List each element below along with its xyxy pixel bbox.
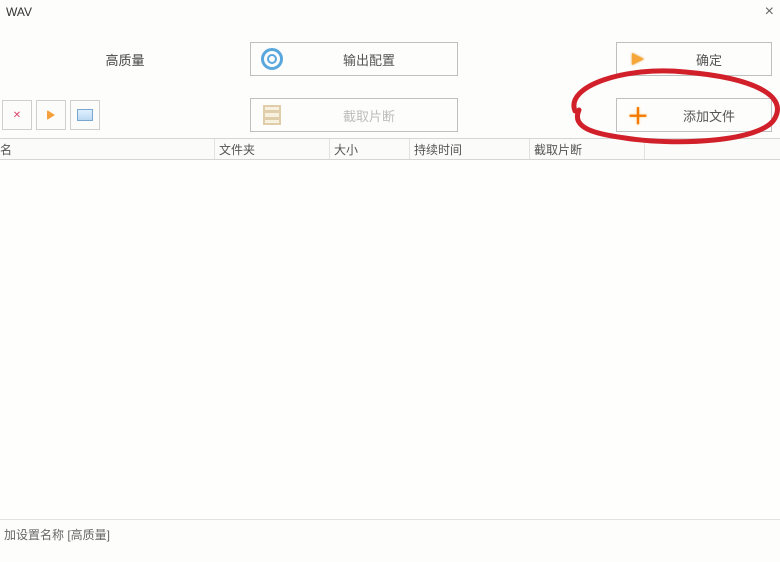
close-x-icon: ✕ [13,110,21,121]
column-folder[interactable]: 文件夹 [215,139,330,159]
confirm-label: 确定 [655,50,763,69]
column-extra[interactable] [645,139,780,159]
plus-icon: ＋ [625,102,651,128]
output-config-button[interactable]: 输出配置 [250,42,458,76]
quality-label: 高质量 [0,50,250,69]
column-duration[interactable]: 持续时间 [410,139,530,159]
arrow-right-icon [625,46,651,72]
top-row: 高质量 输出配置 确定 [0,34,780,84]
trim-button: 截取片断 [250,98,458,132]
preview-button[interactable] [70,100,100,130]
remove-file-button[interactable]: ✕ [2,100,32,130]
play-icon [47,110,55,120]
output-config-label: 输出配置 [289,50,449,69]
titlebar: WAV × [0,0,780,24]
footer-status: 加设置名称 [高质量] [0,520,780,549]
window-title: WAV [6,5,32,19]
column-size[interactable]: 大小 [330,139,410,159]
table-body[interactable] [0,160,780,520]
gear-icon [259,46,285,72]
add-file-button[interactable]: ＋ 添加文件 [616,98,772,132]
close-icon[interactable]: × [765,4,774,20]
screen-icon [77,109,93,121]
media-buttons: ✕ [0,100,250,130]
column-filename[interactable]: 名 [0,139,215,159]
play-button[interactable] [36,100,66,130]
confirm-button[interactable]: 确定 [616,42,772,76]
second-row: ✕ 截取片断 ＋ 添加文件 [0,92,780,138]
add-file-label: 添加文件 [655,106,763,125]
film-icon [259,102,285,128]
column-trim[interactable]: 截取片断 [530,139,645,159]
trim-label: 截取片断 [289,106,449,125]
table-header: 名 文件夹 大小 持续时间 截取片断 [0,138,780,160]
